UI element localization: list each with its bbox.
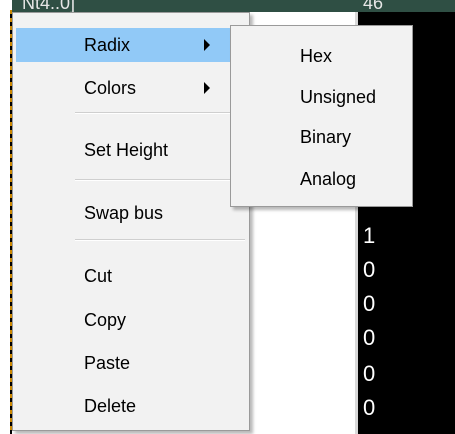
signal-value: 0 [363, 395, 376, 420]
menu-item-cut[interactable]: Cut [16, 259, 246, 293]
submenu-arrow-icon [204, 82, 210, 94]
menu-item-radix[interactable]: Radix [16, 28, 246, 62]
menu-item-swap-bus[interactable]: Swap bus [16, 196, 246, 230]
signal-header-row: Nt4..0] 46 [0, 0, 455, 12]
signal-value: 0 [363, 291, 376, 316]
menu-item-colors[interactable]: Colors [16, 71, 246, 105]
menu-item-label: Colors [84, 78, 137, 98]
context-menu: Radix Colors Set Height Swap bus Cut Cop… [12, 12, 250, 431]
signal-value: 0 [363, 325, 376, 350]
submenu-item-unsigned[interactable]: Unsigned [234, 79, 409, 115]
signal-name-fragment: Nt4..0] [22, 0, 76, 13]
menu-item-label: Delete [84, 396, 137, 416]
menu-item-label: Radix [84, 35, 131, 55]
menu-separator [75, 179, 245, 181]
submenu-item-label: Binary [300, 127, 352, 147]
menu-item-delete[interactable]: Delete [16, 389, 246, 423]
menu-separator [75, 112, 245, 114]
menu-item-copy[interactable]: Copy [16, 303, 246, 337]
menu-item-label: Copy [84, 310, 127, 330]
submenu-item-label: Unsigned [300, 87, 377, 107]
menu-separator [75, 239, 245, 241]
menu-item-label: Swap bus [84, 203, 164, 223]
signal-value: 0 [363, 257, 376, 282]
menu-item-set-height[interactable]: Set Height [16, 133, 246, 167]
signal-value: 1 [363, 223, 376, 248]
submenu-item-label: Hex [300, 46, 333, 66]
signal-value-fragment: 46 [363, 0, 384, 13]
menu-item-label: Paste [84, 353, 131, 373]
submenu-item-binary[interactable]: Binary [234, 119, 409, 155]
submenu-item-label: Analog [300, 169, 357, 189]
radix-submenu: Hex Unsigned Binary Analog [230, 25, 413, 207]
submenu-item-analog[interactable]: Analog [234, 161, 409, 197]
menu-item-label: Set Height [84, 140, 169, 160]
menu-item-paste[interactable]: Paste [16, 346, 246, 380]
menu-item-label: Cut [84, 266, 113, 286]
signal-value: 0 [363, 361, 376, 386]
submenu-item-hex[interactable]: Hex [234, 38, 409, 74]
submenu-arrow-icon [204, 39, 210, 51]
